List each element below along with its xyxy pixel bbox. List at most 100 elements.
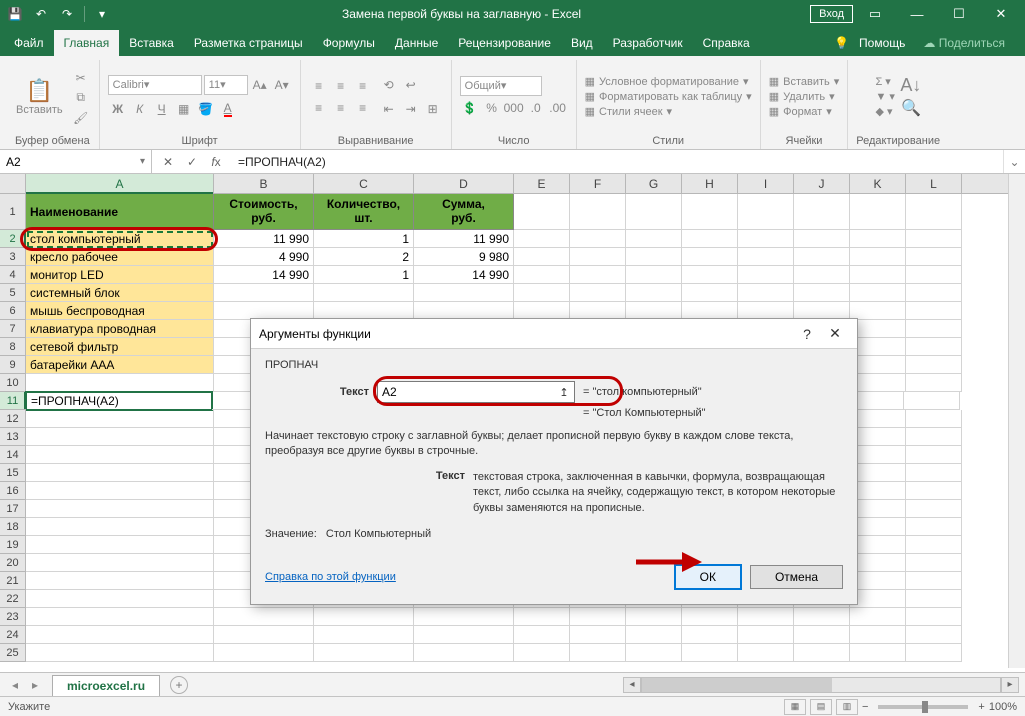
row-header-17[interactable]: 17 — [0, 500, 26, 518]
cut-icon[interactable]: ✂ — [71, 69, 91, 87]
formula-input[interactable]: =ПРОПНАЧ(A2) — [232, 155, 1003, 169]
inc-decimal-icon[interactable]: .0 — [526, 98, 546, 118]
cell-A7[interactable]: клавиатура проводная — [26, 320, 214, 338]
tell-me[interactable]: Помощь — [855, 30, 909, 56]
row-header-12[interactable]: 12 — [0, 410, 26, 428]
font-size-combo[interactable]: 11 ▾ — [204, 75, 248, 95]
ok-button[interactable]: ОК — [674, 564, 742, 590]
tab-insert[interactable]: Вставка — [119, 30, 184, 56]
clear[interactable]: ◆ ▾ — [875, 105, 892, 118]
align-top-icon[interactable]: ≡ — [309, 76, 329, 96]
row-header-5[interactable]: 5 — [0, 284, 26, 302]
row-header-7[interactable]: 7 — [0, 320, 26, 338]
row-header-4[interactable]: 4 — [0, 266, 26, 284]
hscroll-right-icon[interactable]: ▸ — [1001, 677, 1019, 693]
arg-input[interactable] — [377, 381, 575, 403]
row-header-16[interactable]: 16 — [0, 482, 26, 500]
increase-font-icon[interactable]: A▴ — [250, 75, 270, 95]
cell-A5[interactable]: системный блок — [26, 284, 214, 302]
number-format-combo[interactable]: Общий ▾ — [460, 76, 542, 96]
undo-icon[interactable]: ↶ — [30, 3, 52, 25]
tab-data[interactable]: Данные — [385, 30, 448, 56]
cell-C4[interactable]: 1 — [314, 266, 414, 284]
currency-icon[interactable]: 💲 — [460, 98, 480, 118]
find-icon[interactable]: 🔍 — [901, 98, 921, 118]
col-header-E[interactable]: E — [514, 174, 570, 193]
percent-icon[interactable]: % — [482, 98, 502, 118]
zoom-slider[interactable] — [878, 705, 968, 709]
cell-C5[interactable] — [314, 284, 414, 302]
name-box[interactable]: A2▾ — [0, 150, 152, 173]
cell-B4[interactable]: 14 990 — [214, 266, 314, 284]
cell-A4[interactable]: монитор LED — [26, 266, 214, 284]
hdr-c[interactable]: Количество,шт. — [314, 194, 414, 230]
cancel-button[interactable]: Отмена — [750, 565, 843, 589]
dialog-help-icon[interactable]: ? — [793, 326, 821, 342]
tab-layout[interactable]: Разметка страницы — [184, 30, 313, 56]
wrap-text-icon[interactable]: ↩ — [401, 75, 421, 95]
cell-B3[interactable]: 4 990 — [214, 248, 314, 266]
tab-home[interactable]: Главная — [54, 30, 120, 56]
align-left-icon[interactable]: ≡ — [309, 98, 329, 118]
sheet-nav-next-icon[interactable]: ▸ — [26, 678, 44, 692]
hdr-b[interactable]: Стоимость,руб. — [214, 194, 314, 230]
comma-icon[interactable]: 000 — [504, 98, 524, 118]
cell-C2[interactable]: 1 — [314, 230, 414, 248]
cell-D3[interactable]: 9 980 — [414, 248, 514, 266]
zoom-in-icon[interactable]: + — [978, 701, 984, 713]
sheet-nav-prev-icon[interactable]: ◂ — [6, 678, 24, 692]
row-header-2[interactable]: 2 — [0, 230, 26, 248]
ribbon-options-icon[interactable]: ▭ — [855, 0, 895, 28]
sheet-tab[interactable]: microexcel.ru — [52, 675, 160, 696]
fill[interactable]: ▼ ▾ — [875, 90, 894, 103]
row-header-21[interactable]: 21 — [0, 572, 26, 590]
italic-button[interactable]: К — [130, 99, 150, 119]
vertical-scrollbar[interactable] — [1008, 174, 1025, 668]
tab-developer[interactable]: Разработчик — [603, 30, 693, 56]
tab-help[interactable]: Справка — [693, 30, 760, 56]
cell-D2[interactable]: 11 990 — [414, 230, 514, 248]
help-link[interactable]: Справка по этой функции — [265, 571, 396, 583]
cell-A8[interactable]: сетевой фильтр — [26, 338, 214, 356]
autosave-icon[interactable]: 💾 — [4, 3, 26, 25]
tab-file[interactable]: Файл — [4, 30, 54, 56]
row-header-13[interactable]: 13 — [0, 428, 26, 446]
login-button[interactable]: Вход — [810, 5, 853, 23]
share-button[interactable]: ☁ Поделиться — [915, 32, 1013, 54]
delete-cells[interactable]: ▦ Удалить ▾ — [769, 90, 835, 103]
cell-A9[interactable]: батарейки AAA — [26, 356, 214, 374]
conditional-formatting[interactable]: ▦ Условное форматирование ▾ — [585, 75, 749, 88]
align-mid-icon[interactable]: ≡ — [331, 76, 351, 96]
col-header-K[interactable]: K — [850, 174, 906, 193]
borders-icon[interactable]: ▦ — [174, 99, 194, 119]
col-header-J[interactable]: J — [794, 174, 850, 193]
row-header-24[interactable]: 24 — [0, 626, 26, 644]
row-header-22[interactable]: 22 — [0, 590, 26, 608]
cancel-formula-icon[interactable]: ✕ — [158, 152, 178, 172]
col-header-B[interactable]: B — [214, 174, 314, 193]
bold-button[interactable]: Ж — [108, 99, 128, 119]
page-layout-view-icon[interactable]: ▤ — [810, 699, 832, 715]
enter-formula-icon[interactable]: ✓ — [182, 152, 202, 172]
align-center-icon[interactable]: ≡ — [331, 98, 351, 118]
row-header-6[interactable]: 6 — [0, 302, 26, 320]
align-bot-icon[interactable]: ≡ — [353, 76, 373, 96]
row-header-15[interactable]: 15 — [0, 464, 26, 482]
row-header-9[interactable]: 9 — [0, 356, 26, 374]
cell-B5[interactable] — [214, 284, 314, 302]
row-header-10[interactable]: 10 — [0, 374, 26, 392]
copy-icon[interactable]: ⧉ — [71, 89, 91, 107]
fill-color-icon[interactable]: 🪣 — [196, 99, 216, 119]
cell-C3[interactable]: 2 — [314, 248, 414, 266]
col-header-F[interactable]: F — [570, 174, 626, 193]
hdr-d[interactable]: Сумма,руб. — [414, 194, 514, 230]
qat-dropdown-icon[interactable]: ▾ — [91, 3, 113, 25]
tab-view[interactable]: Вид — [561, 30, 603, 56]
row-header-3[interactable]: 3 — [0, 248, 26, 266]
maximize-icon[interactable]: ☐ — [939, 0, 979, 28]
format-as-table[interactable]: ▦ Форматировать как таблицу ▾ — [585, 90, 752, 103]
collapse-dialog-icon[interactable]: ↥ — [555, 383, 573, 401]
row-header-14[interactable]: 14 — [0, 446, 26, 464]
decrease-font-icon[interactable]: A▾ — [272, 75, 292, 95]
row-header-23[interactable]: 23 — [0, 608, 26, 626]
